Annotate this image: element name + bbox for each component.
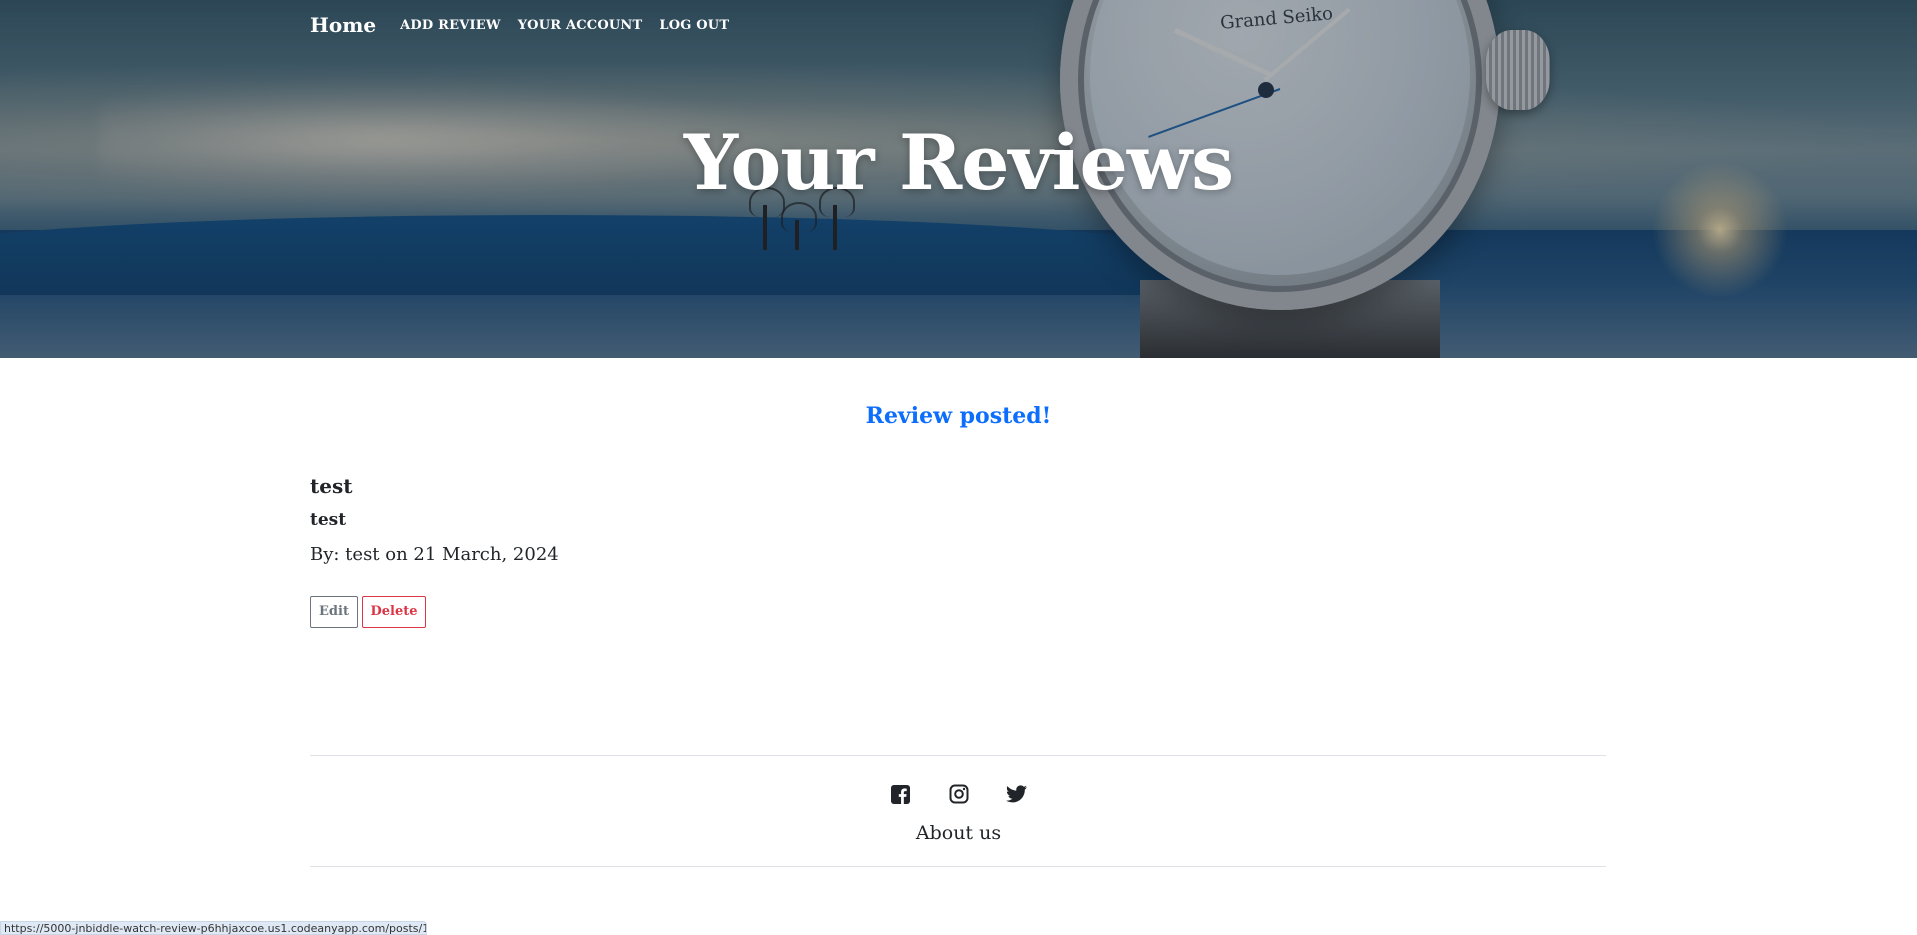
social-links — [0, 783, 1917, 805]
footer-divider-bottom — [310, 866, 1606, 867]
review-subtitle: test — [310, 510, 347, 530]
twitter-icon[interactable] — [1006, 783, 1028, 805]
edit-button[interactable]: Edit — [310, 596, 358, 628]
instagram-icon[interactable] — [948, 783, 970, 805]
hero-banner: Grand Seiko Your Reviews — [0, 0, 1917, 358]
page-title: Your Reviews — [683, 118, 1234, 207]
nav-home-link[interactable]: Home — [310, 13, 376, 37]
review-title: test — [310, 474, 353, 498]
delete-button[interactable]: Delete — [362, 596, 426, 628]
footer-divider-top — [310, 755, 1606, 756]
flash-message: Review posted! — [865, 403, 1052, 429]
navbar: Home ADD REVIEW YOUR ACCOUNT LOG OUT — [310, 10, 746, 40]
facebook-icon[interactable] — [890, 783, 912, 805]
review-actions: Edit Delete — [310, 596, 1606, 628]
nav-log-out-link[interactable]: LOG OUT — [659, 18, 729, 33]
review-post: test test By: test on 21 March, 2024 Edi… — [310, 472, 1606, 628]
nav-add-review-link[interactable]: ADD REVIEW — [400, 18, 501, 33]
review-meta: By: test on 21 March, 2024 — [310, 544, 559, 565]
about-us-link[interactable]: About us — [0, 822, 1917, 844]
nav-your-account-link[interactable]: YOUR ACCOUNT — [518, 18, 643, 33]
